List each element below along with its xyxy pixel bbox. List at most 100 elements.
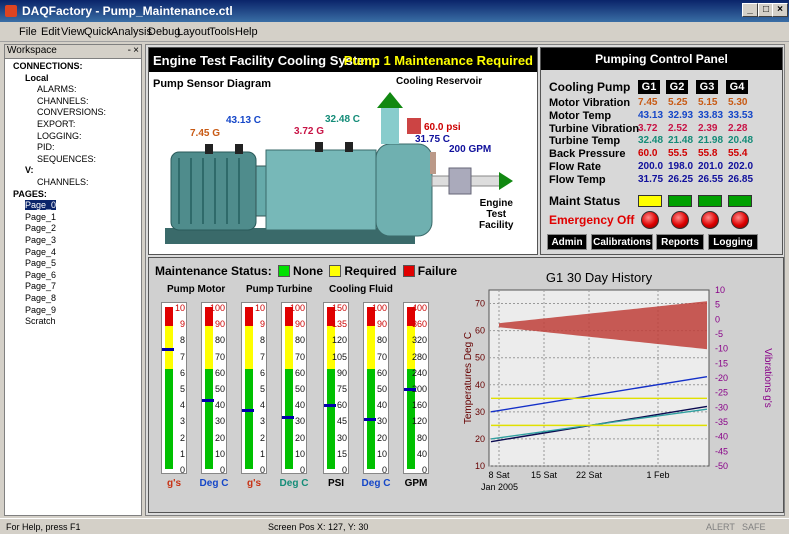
maintenance-title: Maintenance Status: [155, 264, 272, 278]
reading-value: 43.13 [638, 109, 664, 121]
reading-value: 5.30 [728, 97, 748, 108]
admin-button[interactable]: Admin [547, 234, 587, 250]
y2-tick: 10 [715, 285, 725, 295]
emergency-off-g4-button[interactable] [731, 211, 749, 229]
x-tick: 15 Sat [531, 470, 558, 480]
gauge-tick: 150 [331, 303, 347, 313]
tree-item[interactable]: CHANNELS: [37, 177, 89, 187]
tree-item[interactable]: Page_2 [25, 223, 56, 233]
tree-item[interactable]: LOGGING: [37, 131, 82, 141]
minimize-button[interactable]: _ [742, 3, 758, 17]
reports-button[interactable]: Reports [656, 234, 704, 250]
gauge-tick: 280 [411, 351, 427, 362]
tree-item[interactable]: PID: [37, 142, 55, 152]
tree-item[interactable]: Page_7 [25, 281, 56, 291]
menu-file[interactable]: File [19, 26, 37, 38]
tree-item[interactable]: Page_3 [25, 235, 56, 245]
tree-item[interactable]: PAGES: [13, 189, 47, 199]
calibrations-button[interactable]: Calibrations [591, 234, 653, 250]
reading-value: 5.15 [698, 97, 718, 108]
gauge-tick: 30 [214, 416, 225, 427]
gauge-tick: 6 [179, 367, 185, 378]
gauge-tick: 0 [179, 465, 185, 475]
reservoir-arrow [377, 92, 403, 108]
gauge: 150 135 120 105 90 75 60 45 30 15 0 [323, 302, 349, 475]
gauge-tick: 50 [376, 384, 387, 394]
pump-header: Cooling Pump [549, 80, 631, 94]
tree-item[interactable]: SEQUENCES: [37, 154, 96, 164]
reading-value: 7.45 [638, 97, 658, 108]
tree-item[interactable]: Page_5 [25, 258, 56, 268]
reading-value: 26.25 [668, 173, 694, 185]
y2-tick: 5 [715, 300, 720, 310]
tree-item[interactable]: CHANNELS: [37, 96, 89, 106]
gauge-tick: 135 [331, 319, 347, 330]
menu-quick[interactable]: Quick [84, 26, 112, 38]
emergency-off-g3-button[interactable] [701, 211, 719, 229]
tree-item[interactable]: Page_0 [25, 200, 57, 211]
menu-layout[interactable]: Layout [177, 26, 210, 38]
reading-value: 202.0 [728, 161, 754, 172]
menu-edit[interactable]: Edit [41, 26, 60, 38]
emergency-off-label: Emergency Off [549, 213, 635, 227]
reading-value: 26.55 [698, 173, 724, 185]
legend-none-swatch [278, 265, 291, 277]
emergency-off-g1-button[interactable] [641, 211, 659, 229]
reading-value: 32.93 [668, 109, 694, 121]
reading-value: 2.28 [728, 122, 748, 134]
gauge-tick: 90 [294, 319, 305, 330]
menu-analysis[interactable]: Analysis [111, 26, 152, 38]
pin-icon[interactable]: - [128, 45, 131, 56]
tree-item[interactable]: Page_4 [25, 247, 56, 257]
flow-readout: 200 GPM [449, 144, 492, 155]
motor-vib-sensor [205, 144, 213, 154]
gauge-tick: 10 [174, 303, 185, 313]
menu-debug[interactable]: Debug [148, 26, 180, 38]
tree-item[interactable]: CONNECTIONS: [13, 61, 83, 71]
row-label: Turbine Vibration [549, 122, 640, 135]
reading-value: 33.53 [728, 109, 754, 121]
gauge-tick: 60 [214, 367, 225, 378]
gauge-tick: 0 [381, 465, 387, 475]
pump-housing [375, 143, 433, 237]
panel-title: Pumping Control Panel [541, 48, 782, 70]
facility-arrow [499, 172, 513, 190]
tree-item[interactable]: Scratch [25, 316, 56, 326]
tree-item[interactable]: CONVERSIONS: [37, 107, 106, 117]
tree-item[interactable]: EXPORT: [37, 119, 75, 129]
gauge-tick: 6 [259, 367, 265, 378]
tree-item[interactable]: ALARMS: [37, 84, 77, 94]
reading-value: 2.39 [698, 122, 718, 134]
tree-item[interactable]: Page_6 [25, 270, 56, 280]
gauge-tick: 5 [179, 384, 185, 394]
gauge-tick: 7 [179, 351, 185, 362]
menu-bar: File Edit View Quick Analysis Debug Layo… [0, 22, 789, 42]
tree-item[interactable]: Page_8 [25, 293, 56, 303]
reading-value: 55.8 [698, 148, 718, 160]
reading-value: 55.5 [668, 148, 688, 160]
gauge: 100 90 80 70 60 50 40 30 20 10 0 [281, 302, 307, 475]
y2-tick: -10 [715, 344, 728, 354]
tree-item[interactable]: Page_9 [25, 305, 56, 315]
menu-help[interactable]: Help [235, 26, 258, 38]
gauge-tick: 20 [376, 432, 387, 443]
menu-view[interactable]: View [61, 26, 85, 38]
emergency-off-g2-button[interactable] [671, 211, 689, 229]
pump-g4-header: G4 [726, 80, 748, 94]
gauge-tick: 240 [411, 367, 427, 378]
maint-status-g4 [728, 195, 752, 207]
tree-item[interactable]: Page_1 [25, 212, 56, 222]
tree-item[interactable]: Local [25, 73, 49, 83]
close-icon[interactable]: × [133, 45, 139, 56]
reading-value: 32.48 [638, 135, 664, 147]
y2-tick: 0 [715, 314, 720, 324]
close-button[interactable]: × [772, 3, 788, 17]
tree-item[interactable]: V: [25, 165, 34, 175]
pump-g3-header: G3 [696, 80, 718, 94]
menu-tools[interactable]: Tools [209, 26, 235, 38]
y2-tick: -35 [715, 417, 728, 427]
logging-button[interactable]: Logging [708, 234, 758, 250]
gauge-tick: 20 [214, 432, 225, 443]
motor-body [170, 151, 257, 231]
gauge-tick: 70 [376, 351, 387, 362]
